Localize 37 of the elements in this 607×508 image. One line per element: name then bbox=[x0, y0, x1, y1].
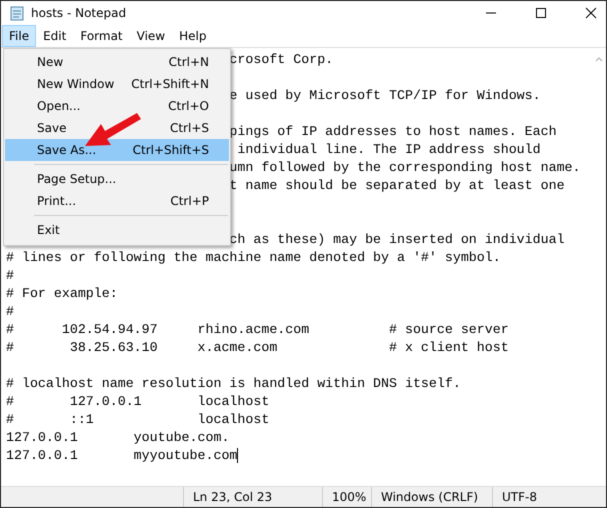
menu-item[interactable]: Help bbox=[172, 25, 214, 47]
menu-item[interactable]: Format bbox=[73, 25, 130, 47]
text-line: # bbox=[6, 304, 14, 319]
status-text: 100% bbox=[322, 487, 371, 507]
menu-option[interactable]: New Window Ctrl+Shift+N bbox=[5, 73, 229, 95]
text-line: # ::1 localhost bbox=[6, 412, 270, 427]
text-line: pings of IP addresses to host names. Each bbox=[229, 124, 557, 139]
text-line: # For example: bbox=[6, 286, 118, 301]
menu-option[interactable]: Print... Ctrl+P bbox=[5, 190, 229, 212]
menu-option[interactable]: Save Ctrl+S bbox=[5, 117, 229, 139]
menu-option[interactable]: Page Setup... bbox=[5, 168, 229, 190]
status-text: Ln 23, Col 23 bbox=[183, 487, 322, 507]
text-line: umn followed by the corresponding host name. bbox=[229, 160, 581, 175]
window-title: hosts - Notepad bbox=[31, 6, 126, 20]
close-icon[interactable] bbox=[585, 7, 597, 19]
text-line: # 102.54.94.97 rhino.acme.com # source server bbox=[6, 322, 509, 337]
text-line: crosoft Corp. bbox=[229, 52, 334, 67]
text-line: # lines or following the machine name denoted by a '#' symbol. bbox=[6, 250, 501, 265]
menu-item[interactable]: File bbox=[2, 25, 36, 47]
menu-option[interactable]: Save As... Ctrl+Shift+S bbox=[5, 139, 229, 161]
maximize-icon[interactable] bbox=[535, 7, 547, 19]
notepad-icon bbox=[9, 5, 25, 21]
menu-option[interactable]: Open... Ctrl+O bbox=[5, 95, 229, 117]
text-line: # localhost name resolution is handled within DNS itself. bbox=[6, 376, 461, 391]
text-line: # 127.0.0.1 localhost bbox=[6, 394, 270, 409]
status-text: Windows (CRLF) bbox=[371, 487, 492, 507]
text-line: individual line. The IP address should bbox=[236, 142, 541, 157]
menu-option[interactable]: Exit bbox=[5, 219, 229, 241]
menu-item[interactable]: View bbox=[130, 25, 172, 47]
menu-option[interactable]: New Ctrl+N bbox=[5, 51, 229, 73]
text-line: # bbox=[6, 268, 14, 283]
menu-item[interactable]: Edit bbox=[36, 25, 74, 47]
text-line: 127.0.0.1 youtube.com. bbox=[6, 430, 230, 445]
text-line: 127.0.0.1 myyoutube.com bbox=[6, 448, 238, 463]
text-line: # 38.25.63.10 x.acme.com # x client host bbox=[6, 340, 509, 355]
status-text: UTF-8 bbox=[492, 487, 606, 507]
text-line: t name should be separated by at least one bbox=[229, 178, 565, 193]
